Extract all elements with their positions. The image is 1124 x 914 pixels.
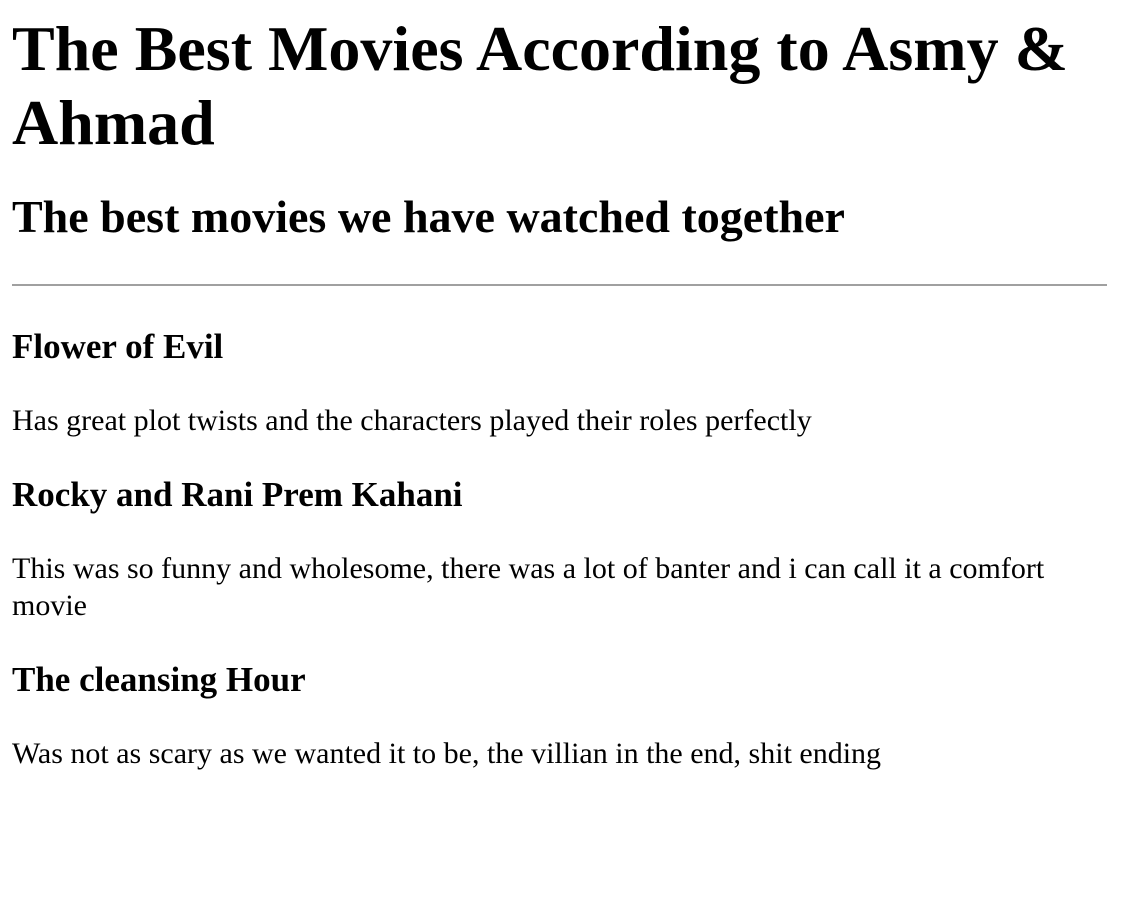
movie-title: Rocky and Rani Prem Kahani — [12, 475, 463, 514]
movie-description: Has great plot twists and the characters… — [12, 404, 812, 437]
movie-entry: The cleansing Hour Was not as scary as w… — [12, 659, 1108, 772]
movie-entry: Rocky and Rani Prem Kahani This was so f… — [12, 474, 1108, 624]
page-title: The Best Movies According to Asmy & Ahma… — [12, 13, 1068, 158]
page-content: The Best Movies According to Asmy & Ahma… — [0, 12, 1124, 772]
movie-title: Flower of Evil — [12, 327, 224, 366]
movie-description: Was not as scary as we wanted it to be, … — [12, 737, 882, 770]
divider — [12, 284, 1107, 286]
movie-title: The cleansing Hour — [12, 660, 306, 699]
movie-description: This was so funny and wholesome, there w… — [12, 552, 1045, 622]
page-subtitle: The best movies we have watched together — [12, 191, 845, 242]
movie-entry: Flower of Evil Has great plot twists and… — [12, 326, 1108, 439]
